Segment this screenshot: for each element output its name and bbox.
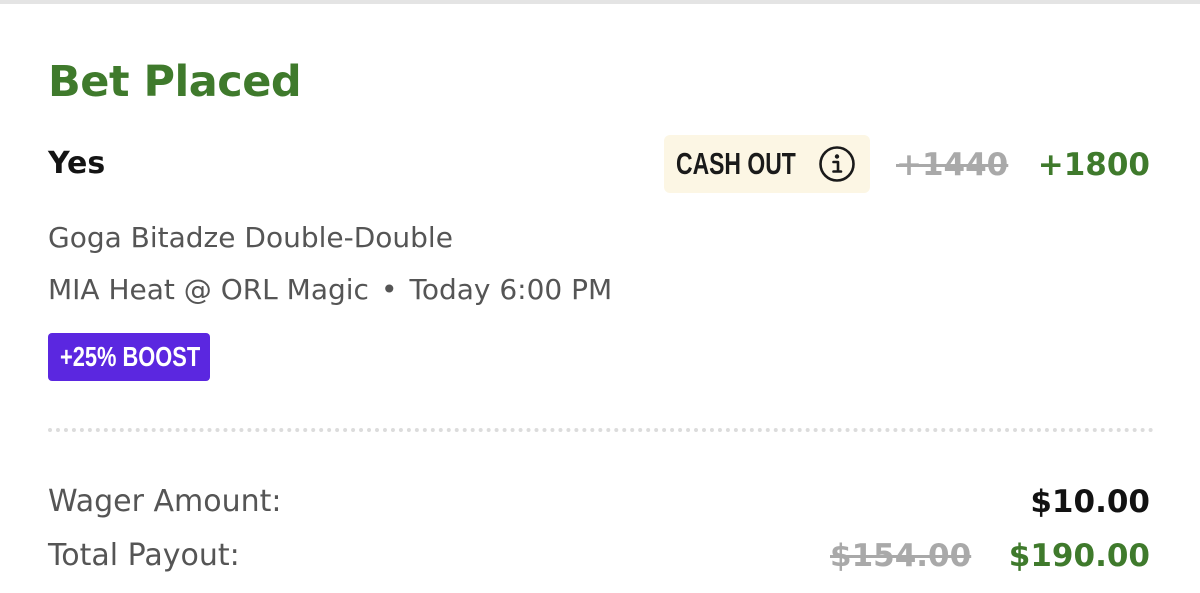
dotted-divider — [48, 428, 1154, 432]
boost-badge-label: +25% BOOST — [60, 341, 201, 372]
separator-dot: • — [380, 273, 398, 306]
event-details: MIA Heat @ ORL Magic • Today 6:00 PM — [48, 270, 612, 310]
boosted-payout: $190.00 — [1008, 538, 1150, 574]
info-circle-icon[interactable] — [818, 145, 856, 183]
cash-out-label: CASH OUT — [676, 146, 796, 181]
market-name: Goga Bitadze Double-Double — [48, 221, 453, 254]
cash-out-button[interactable]: CASH OUT — [664, 135, 870, 193]
bet-status-title: Bet Placed — [48, 57, 302, 107]
boosted-odds: +1800 — [1037, 147, 1150, 183]
original-odds: +1440 — [896, 147, 1009, 183]
total-payout-label: Total Payout: — [48, 538, 240, 573]
event-start-time: Today 6:00 PM — [409, 273, 613, 306]
top-border — [0, 0, 1200, 4]
wager-amount-label: Wager Amount: — [48, 484, 282, 519]
wager-amount-value: $10.00 — [1030, 484, 1150, 520]
matchup: MIA Heat @ ORL Magic — [48, 273, 369, 306]
bet-selection: Yes — [48, 146, 106, 181]
boost-badge: +25% BOOST — [48, 333, 210, 381]
original-payout: $154.00 — [830, 538, 972, 574]
